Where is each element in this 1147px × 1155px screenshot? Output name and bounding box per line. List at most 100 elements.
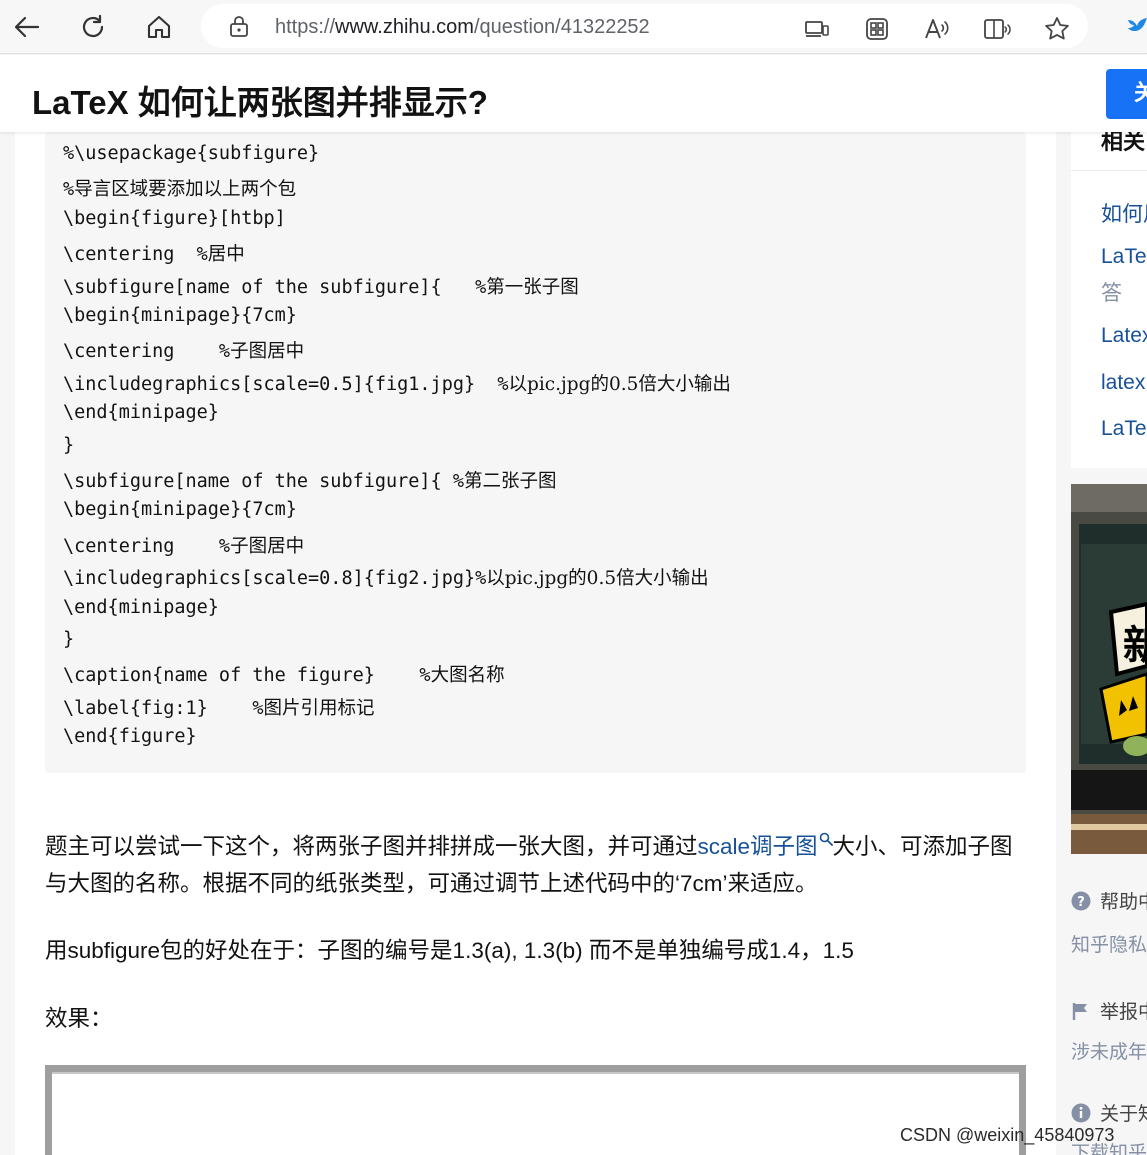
- privacy-link[interactable]: 知乎隐私: [1071, 930, 1147, 957]
- about-link[interactable]: 关于知: [1071, 1099, 1147, 1126]
- code-text: \includegraphics[scale=0.8]{fig2.jpg}%: [63, 568, 487, 590]
- code-line: \includegraphics[scale=0.8]{fig2.jpg}%以p…: [63, 564, 709, 596]
- url-path: /question/41322252: [473, 16, 650, 38]
- back-arrow-icon: [14, 16, 40, 38]
- para1-text-after-link: 大小、可添加子图: [832, 834, 1013, 859]
- code-block: %\usepackage{subfigure} %导言区域要添加以上两个包 \beg…: [45, 132, 1026, 773]
- home-icon: [147, 15, 171, 39]
- reload-button[interactable]: [75, 9, 111, 45]
- code-comment: 第二张子图: [463, 471, 557, 492]
- home-button[interactable]: [141, 9, 177, 45]
- answer-paragraph-1-line-2: 与大图的名称。根据不同的纸张类型，可通过调节上述代码中的‘7cm’来适应。: [45, 871, 818, 896]
- report-center-link[interactable]: 举报中: [1071, 997, 1147, 1024]
- address-bar[interactable]: https://www.zhihu.com/question/41322252: [201, 4, 1088, 48]
- answer-paragraph-2: 用subfigure包的好处在于：子图的编号是1.3(a), 1.3(b) 而不…: [45, 938, 854, 963]
- code-text: %: [63, 179, 75, 201]
- code-comment: 第一张子图: [486, 276, 579, 298]
- code-comment: 大图名称: [430, 665, 505, 687]
- browser-toolbar: https://www.zhihu.com/question/41322252: [0, 0, 1147, 54]
- code-comment: 图片引用标记: [263, 697, 375, 719]
- code-text: }: [63, 629, 75, 650]
- back-button[interactable]: [9, 9, 45, 45]
- code-text: \centering %: [63, 341, 231, 363]
- url-text[interactable]: https://www.zhihu.com/question/41322252: [275, 16, 650, 39]
- code-text: \label{fig:1} %: [63, 697, 264, 719]
- code-line: \includegraphics[scale=0.5]{fig1.jpg} %以…: [63, 370, 731, 402]
- code-text: \centering %: [63, 535, 231, 557]
- apps-icon[interactable]: [863, 15, 891, 43]
- result-figure-image[interactable]: [45, 1065, 1026, 1155]
- code-text: \begin{minipage}{7cm}: [63, 499, 297, 521]
- extension-icon[interactable]: [1126, 14, 1147, 38]
- code-line: }: [63, 629, 74, 661]
- code-text: }: [63, 434, 75, 456]
- info-icon: [1071, 1103, 1091, 1123]
- device-icon[interactable]: [803, 15, 831, 43]
- scale-subfigure-link[interactable]: scale调子图: [698, 834, 818, 859]
- reload-icon: [82, 14, 104, 38]
- immersive-reader-icon[interactable]: [983, 15, 1011, 43]
- code-line: \end{minipage}: [63, 402, 219, 434]
- code-line: \label{fig:1} %图片引用标记: [63, 694, 375, 726]
- follow-question-button[interactable]: 关: [1106, 69, 1147, 119]
- ad-banner[interactable]: 新: [1071, 484, 1147, 854]
- code-line: \end{minipage}: [63, 597, 219, 629]
- para1-text-before-link: 题主可以尝试一下这个，将两张子图并排拼成一张大图，并可通过: [45, 834, 698, 859]
- code-text: \centering %: [63, 244, 208, 266]
- answer-card: %\usepackage{subfigure} %导言区域要添加以上两个包 \beg…: [15, 132, 1056, 1155]
- flag-icon: [1072, 1003, 1087, 1020]
- code-line: \begin{minipage}{7cm}: [63, 305, 297, 337]
- svg-text:?: ?: [1077, 895, 1085, 910]
- code-text: \caption{name of the figure} %: [63, 665, 431, 687]
- answer-paragraph-3: 效果：: [45, 1006, 113, 1031]
- code-line: \centering %居中: [63, 240, 245, 272]
- code-comment: 子图居中: [230, 535, 305, 557]
- code-text: \subfigure[name of the subfigure]{ %: [63, 471, 464, 492]
- search-icon[interactable]: [819, 832, 833, 846]
- related-link-2[interactable]: LaTeX: [1101, 245, 1147, 269]
- question-header: LaTeX 如何让两张图并排显示? 关: [0, 55, 1147, 132]
- answer-paragraph-1: 题主可以尝试一下这个，将两张子图并排拼成一张大图，并可通过scale调子图 大小、…: [45, 829, 1013, 861]
- help-icon: ?: [1071, 891, 1091, 911]
- related-link-1[interactable]: 如何用: [1101, 198, 1147, 228]
- code-line: }: [63, 435, 74, 467]
- code-comment: 导言区域要添加以上两个包: [74, 179, 297, 201]
- code-line: %导言区域要添加以上两个包: [63, 175, 296, 207]
- related-link-4[interactable]: latex: [1101, 371, 1145, 395]
- code-text: \includegraphics[scale=0.5]{fig1.jpg} %: [63, 373, 509, 395]
- code-line: \subfigure[name of the subfigure]{ %第二张子…: [63, 467, 556, 499]
- code-line: \end{figure}: [63, 726, 197, 758]
- code-line: \centering %子图居中: [63, 532, 304, 564]
- code-comment: 居中: [207, 244, 245, 266]
- code-text: \end{minipage}: [63, 596, 219, 618]
- help-center-link[interactable]: ? 帮助中: [1071, 887, 1147, 914]
- code-line: \begin{minipage}{7cm}: [63, 499, 297, 531]
- code-text: \subfigure[name of the subfigure]{ %: [63, 276, 487, 298]
- related-link-3[interactable]: Latex: [1101, 324, 1147, 348]
- code-text: %\usepackage{subfigure}: [63, 143, 320, 164]
- code-line: %\usepackage{subfigure}: [63, 143, 319, 175]
- question-title: LaTeX 如何让两张图并排显示?: [32, 84, 488, 121]
- divider: [1071, 170, 1147, 171]
- help-label: 帮助中: [1100, 891, 1147, 913]
- code-line: \centering %子图居中: [63, 337, 304, 369]
- code-line: \caption{name of the figure} %大图名称: [63, 661, 505, 693]
- favorite-star-icon[interactable]: [1043, 15, 1071, 43]
- report-label: 举报中: [1100, 1001, 1147, 1023]
- minor-report-link[interactable]: 涉未成年: [1071, 1037, 1147, 1064]
- code-text: \begin{minipage}{7cm}: [63, 305, 297, 326]
- lock-icon[interactable]: [229, 15, 249, 41]
- read-aloud-icon[interactable]: [923, 15, 951, 43]
- related-questions-card: 相关 如何用 LaTeX 答 Latex latex LaTeX: [1071, 120, 1147, 468]
- code-comment: 以pic.jpg的0.5倍大小输出: [508, 373, 731, 395]
- related-link-2-meta: 答: [1101, 281, 1122, 305]
- url-prefix: https://: [275, 16, 336, 38]
- code-comment: 子图居中: [230, 341, 305, 363]
- csdn-watermark: CSDN @weixin_45840973: [900, 1125, 1115, 1145]
- code-text: \begin{figure}[htbp]: [63, 207, 286, 229]
- url-host: www.zhihu.com: [335, 16, 474, 38]
- related-link-5[interactable]: LaTeX: [1101, 417, 1147, 441]
- code-text: \end{minipage}: [63, 402, 219, 424]
- code-comment: 以pic.jpg的0.5倍大小输出: [486, 568, 709, 590]
- code-line: \begin{figure}[htbp]: [63, 208, 286, 240]
